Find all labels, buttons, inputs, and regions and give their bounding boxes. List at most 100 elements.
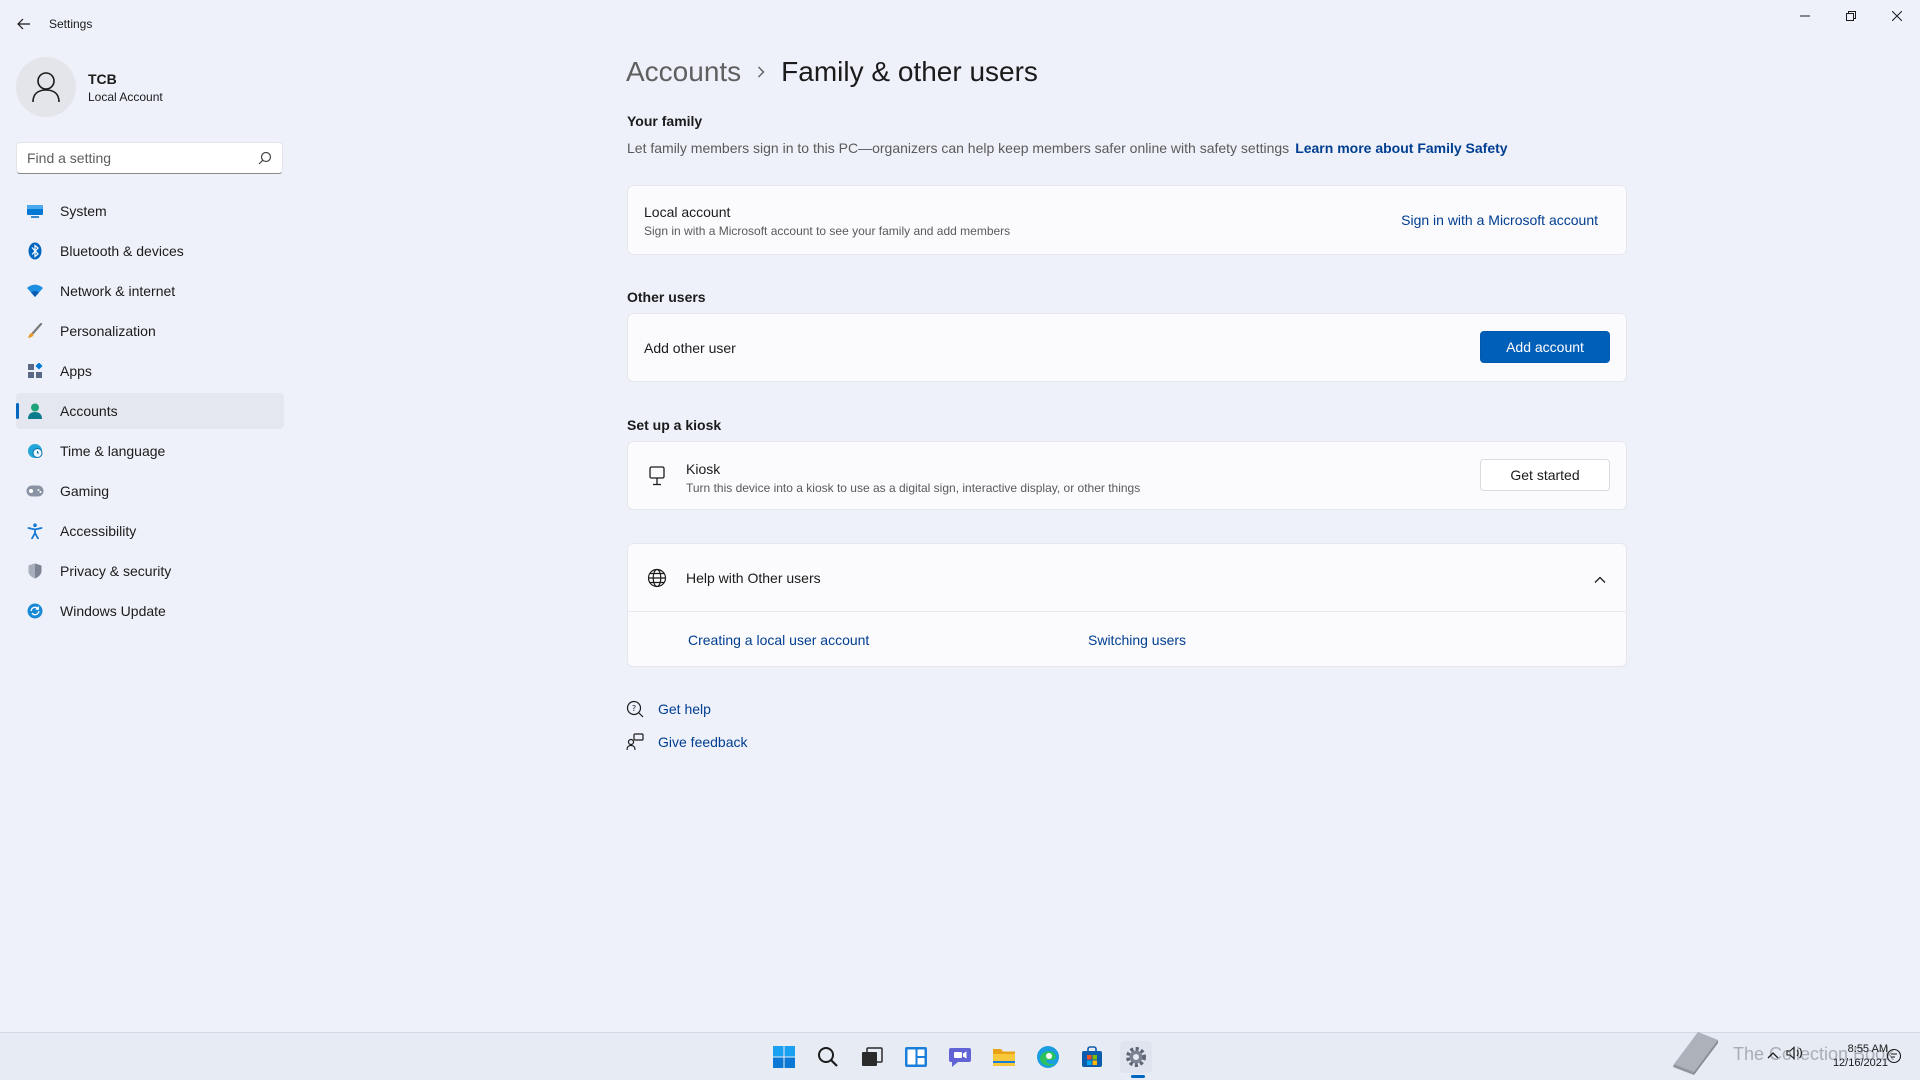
get-started-button[interactable]: Get started xyxy=(1480,459,1610,491)
sidebar-item-label: Privacy & security xyxy=(60,563,172,579)
family-description-text: Let family members sign in to this PC—or… xyxy=(627,140,1290,156)
task-view-button[interactable] xyxy=(856,1041,888,1073)
sidebar-item-bluetooth[interactable]: Bluetooth & devices xyxy=(16,233,284,269)
give-feedback-label: Give feedback xyxy=(658,734,748,750)
restore-icon xyxy=(1846,11,1856,21)
sidebar-item-windows-update[interactable]: Windows Update xyxy=(16,593,284,629)
active-app-indicator xyxy=(1131,1075,1145,1078)
sidebar-item-apps[interactable]: Apps xyxy=(16,353,284,389)
search-input[interactable] xyxy=(17,143,247,173)
sidebar-item-label: Time & language xyxy=(60,443,166,459)
start-icon xyxy=(773,1046,795,1068)
page-title: Family & other users xyxy=(781,56,1038,87)
sidebar-item-personalization[interactable]: Personalization xyxy=(16,313,284,349)
sidebar-item-label: Gaming xyxy=(60,483,110,499)
minimize-button[interactable] xyxy=(1782,0,1828,32)
profile-account-type: Local Account xyxy=(88,89,163,104)
notification-icon xyxy=(1886,1048,1902,1064)
kiosk-icon xyxy=(646,465,668,487)
sidebar-item-system[interactable]: System xyxy=(16,193,284,229)
start-button[interactable] xyxy=(768,1041,800,1073)
sidebar-item-label: Apps xyxy=(60,363,92,379)
notification-button[interactable] xyxy=(1886,1048,1902,1069)
sidebar-item-network[interactable]: Network & internet xyxy=(16,273,284,309)
chevron-up-icon[interactable] xyxy=(1594,571,1606,589)
sign-in-microsoft-link[interactable]: Sign in with a Microsoft account xyxy=(1401,212,1598,228)
apps-icon xyxy=(26,362,44,380)
clock[interactable]: 8:55 AM 12/16/2021 xyxy=(1832,1042,1888,1070)
person-icon xyxy=(26,402,44,420)
chevron-right-icon xyxy=(757,66,765,78)
sidebar-item-accounts[interactable]: Accounts xyxy=(16,393,284,429)
arrow-left-icon xyxy=(17,18,30,30)
sidebar-item-label: Bluetooth & devices xyxy=(60,243,184,259)
local-account-title: Local account xyxy=(644,204,731,220)
help-title: Help with Other users xyxy=(686,570,821,586)
taskbar-search-button[interactable] xyxy=(812,1041,844,1073)
learn-more-family-safety-link[interactable]: Learn more about Family Safety xyxy=(1295,140,1507,156)
breadcrumb: Accounts Family & other users xyxy=(626,56,1038,88)
chevron-up-icon xyxy=(1767,1052,1779,1059)
section-title-your-family: Your family xyxy=(627,113,703,129)
store-icon xyxy=(1082,1046,1102,1067)
file-explorer-button[interactable] xyxy=(988,1041,1020,1073)
get-help-label: Get help xyxy=(658,701,711,717)
gamepad-icon xyxy=(26,482,44,500)
sidebar-item-label: Network & internet xyxy=(60,283,176,299)
close-button[interactable] xyxy=(1874,0,1920,32)
back-button[interactable] xyxy=(12,12,36,36)
accessibility-icon xyxy=(26,522,44,540)
local-account-card: Local account Sign in with a Microsoft a… xyxy=(627,185,1627,255)
edge-button[interactable] xyxy=(1032,1041,1064,1073)
show-hidden-icons-button[interactable] xyxy=(1767,1048,1779,1062)
breadcrumb-parent[interactable]: Accounts xyxy=(626,56,741,88)
section-title-other-users: Other users xyxy=(627,289,706,305)
search-icon[interactable] xyxy=(258,151,272,165)
help-expander-header[interactable]: Help with Other users xyxy=(628,544,1626,611)
person-avatar-icon xyxy=(32,72,60,103)
sidebar-item-privacy[interactable]: Privacy & security xyxy=(16,553,284,589)
avatar xyxy=(16,57,76,117)
widgets-icon xyxy=(905,1047,927,1067)
shield-icon xyxy=(26,562,44,580)
clock-time: 8:55 AM xyxy=(1847,1043,1888,1055)
edge-icon xyxy=(1037,1046,1059,1068)
family-description: Let family members sign in to this PC—or… xyxy=(627,140,1508,156)
get-help-link[interactable]: ? Get help xyxy=(626,700,711,718)
sidebar-item-label: Windows Update xyxy=(60,603,166,619)
sidebar-nav: System Bluetooth & devices Network & int… xyxy=(16,193,284,633)
minimize-icon xyxy=(1800,15,1810,17)
sidebar-item-time-language[interactable]: Time & language xyxy=(16,433,284,469)
chat-button[interactable] xyxy=(944,1041,976,1073)
sidebar-item-accessibility[interactable]: Accessibility xyxy=(16,513,284,549)
sidebar-item-label: Personalization xyxy=(60,323,156,339)
section-title-kiosk: Set up a kiosk xyxy=(627,417,722,433)
volume-icon xyxy=(1786,1046,1802,1060)
sidebar-item-gaming[interactable]: Gaming xyxy=(16,473,284,509)
store-button[interactable] xyxy=(1076,1041,1108,1073)
search-box[interactable] xyxy=(16,142,283,174)
divider xyxy=(628,611,1626,612)
give-feedback-link[interactable]: Give feedback xyxy=(626,733,748,751)
kiosk-title: Kiosk xyxy=(686,461,721,477)
clock-date: 12/16/2021 xyxy=(1832,1057,1888,1069)
book-icon xyxy=(1668,1028,1722,1080)
restore-button[interactable] xyxy=(1828,0,1874,32)
user-profile[interactable]: TCB Local Account xyxy=(16,57,163,117)
kiosk-card: Kiosk Turn this device into a kiosk to u… xyxy=(627,441,1627,510)
volume-button[interactable] xyxy=(1786,1046,1804,1065)
chat-icon xyxy=(949,1048,971,1067)
globe-icon xyxy=(646,567,668,589)
add-account-button[interactable]: Add account xyxy=(1480,331,1610,363)
title-bar: Settings xyxy=(0,0,1920,48)
creating-local-user-link[interactable]: Creating a local user account xyxy=(688,632,869,648)
widgets-button[interactable] xyxy=(900,1041,932,1073)
switching-users-link[interactable]: Switching users xyxy=(1088,632,1186,648)
bluetooth-icon xyxy=(26,242,44,260)
add-other-user-label: Add other user xyxy=(644,340,736,356)
local-account-subtitle: Sign in with a Microsoft account to see … xyxy=(644,224,1011,238)
settings-taskbar-button[interactable] xyxy=(1120,1041,1152,1073)
globe-clock-icon xyxy=(26,442,44,460)
taskbar xyxy=(0,1032,1920,1080)
update-icon xyxy=(26,602,44,620)
